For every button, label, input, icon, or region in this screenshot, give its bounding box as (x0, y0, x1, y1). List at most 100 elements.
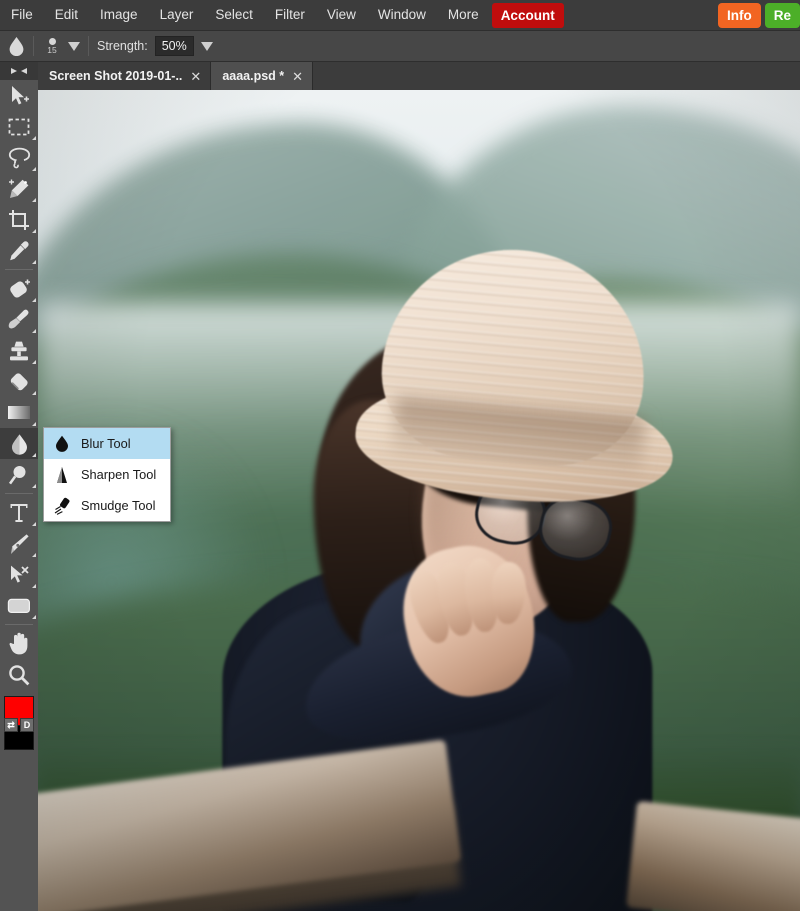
zoom-tool[interactable] (0, 659, 38, 690)
default-colors-button[interactable]: D (20, 718, 34, 732)
lasso-icon (8, 147, 30, 168)
color-swatches: ⇄ D (0, 696, 38, 758)
quick-select-icon (8, 179, 28, 198)
lasso-tool[interactable] (0, 142, 38, 173)
eyedropper-icon (10, 240, 29, 260)
eyedropper-tool[interactable] (0, 235, 38, 266)
tab-title: Screen Shot 2019-01-.. (49, 69, 183, 83)
paintbrush-icon (8, 309, 29, 328)
pen-nib-icon (11, 533, 29, 554)
strength-input[interactable]: 50% (154, 36, 194, 56)
tool-more-indicator (32, 422, 36, 426)
brush-tool[interactable] (0, 304, 38, 335)
menu-layer[interactable]: Layer (149, 2, 205, 28)
brush-dropdown-chevron-icon[interactable] (68, 41, 80, 51)
flyout-label: Sharpen Tool (81, 467, 157, 482)
tab-aaaa-psd[interactable]: aaaa.psd * ✕ (211, 62, 314, 90)
type-tool[interactable] (0, 497, 38, 528)
tab-close-icon[interactable]: ✕ (292, 70, 303, 83)
healing-patch-icon (9, 279, 30, 298)
toolbar-divider-2 (5, 493, 33, 494)
eraser-tool[interactable] (0, 366, 38, 397)
crop-tool[interactable] (0, 204, 38, 235)
flyout-item-smudge-tool[interactable]: Smudge Tool (44, 490, 170, 521)
blur-tool[interactable] (0, 428, 38, 459)
active-tool-preview[interactable] (0, 31, 33, 62)
shape-tool[interactable] (0, 590, 38, 621)
tool-more-indicator (32, 329, 36, 333)
flyout-label: Blur Tool (81, 436, 131, 451)
blur-droplet-icon (52, 435, 72, 453)
tools-panel: ⇄ D (0, 62, 38, 911)
tool-more-indicator (32, 484, 36, 488)
tool-more-indicator (32, 229, 36, 233)
tab-close-icon[interactable]: ✕ (190, 70, 201, 83)
flyout-label: Smudge Tool (81, 498, 156, 513)
brush-size-value: 15 (47, 44, 57, 55)
tool-more-indicator (32, 453, 36, 457)
path-arrow-icon (10, 565, 29, 583)
tab-screenshot[interactable]: Screen Shot 2019-01-.. ✕ (38, 62, 212, 90)
menu-filter[interactable]: Filter (264, 2, 316, 28)
menu-window[interactable]: Window (367, 2, 437, 28)
hand-tool[interactable] (0, 628, 38, 659)
marquee-icon (8, 118, 30, 135)
strength-dropdown-chevron-icon[interactable] (200, 41, 213, 51)
path-selection-tool[interactable] (0, 559, 38, 590)
toolbar-collapse-button[interactable] (0, 62, 38, 80)
menu-select[interactable]: Select (204, 2, 264, 28)
tool-options-bar: 15 Strength: 50% (0, 31, 800, 62)
tool-more-indicator (32, 522, 36, 526)
menu-bar: File Edit Image Layer Select Filter View… (0, 0, 800, 31)
swap-colors-button[interactable]: ⇄ (4, 718, 18, 732)
brush-size-picker[interactable]: 15 (34, 31, 88, 62)
tool-more-indicator (32, 136, 36, 140)
eraser-icon (10, 372, 28, 390)
menu-file[interactable]: File (0, 2, 44, 28)
menu-bar-right-group: Info Re (717, 2, 800, 28)
smudge-finger-icon (52, 497, 72, 515)
brush-size-preview: 15 (42, 37, 62, 55)
tool-more-indicator (32, 391, 36, 395)
quick-selection-tool[interactable] (0, 173, 38, 204)
clone-stamp-tool[interactable] (0, 335, 38, 366)
tool-more-indicator (32, 615, 36, 619)
menu-image[interactable]: Image (89, 2, 149, 28)
arrow-move-icon (12, 85, 29, 104)
dodge-tool[interactable] (0, 459, 38, 490)
toolbar-divider-3 (5, 624, 33, 625)
strength-label: Strength: (97, 39, 148, 53)
pen-tool[interactable] (0, 528, 38, 559)
collapse-arrows-icon (11, 68, 27, 74)
tool-more-indicator (32, 553, 36, 557)
document-tab-bar: Screen Shot 2019-01-.. ✕ aaaa.psd * ✕ (38, 62, 800, 90)
type-t-icon (10, 503, 28, 522)
magnifier-icon (9, 664, 30, 685)
tool-more-indicator (32, 198, 36, 202)
photo-editor-window: File Edit Image Layer Select Filter View… (0, 0, 800, 911)
flyout-item-blur-tool[interactable]: Blur Tool (44, 428, 170, 459)
blur-droplet-icon (9, 37, 24, 56)
menu-edit[interactable]: Edit (44, 2, 89, 28)
tool-more-indicator (32, 298, 36, 302)
stamp-icon (10, 341, 28, 360)
flyout-item-sharpen-tool[interactable]: Sharpen Tool (44, 459, 170, 490)
dodge-lollipop-icon (8, 465, 26, 484)
info-button[interactable]: Info (717, 2, 761, 28)
account-button[interactable]: Account (491, 2, 564, 28)
healing-brush-tool[interactable] (0, 273, 38, 304)
crop-icon (9, 209, 29, 230)
tab-title: aaaa.psd * (222, 69, 285, 83)
brush-dot-icon (48, 37, 56, 45)
menu-more[interactable]: More (437, 2, 490, 28)
marquee-tool[interactable] (0, 111, 38, 142)
sharpen-triangle-icon (52, 466, 72, 484)
register-button[interactable]: Re (764, 2, 800, 28)
tool-more-indicator (32, 584, 36, 588)
gradient-tool[interactable] (0, 397, 38, 428)
menu-view[interactable]: View (316, 2, 367, 28)
blur-droplet-icon (11, 433, 27, 455)
move-tool[interactable] (0, 80, 38, 111)
log-right (625, 800, 800, 911)
tool-more-indicator (32, 360, 36, 364)
